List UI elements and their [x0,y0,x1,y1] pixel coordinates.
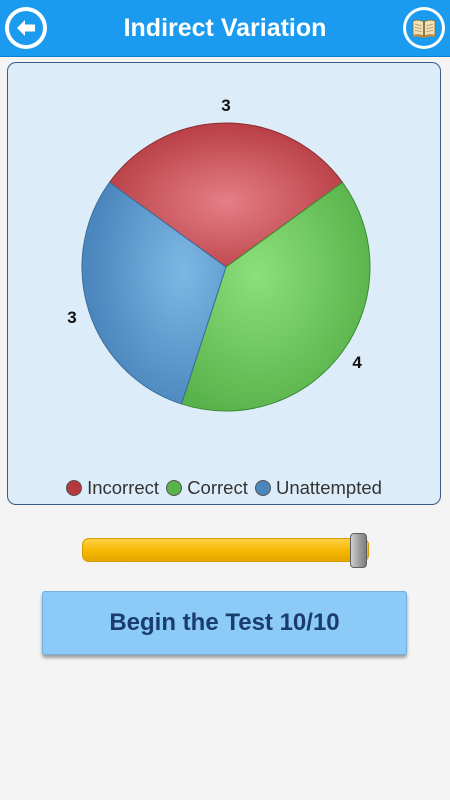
pie-label-correct: 4 [352,353,362,372]
legend-swatch-unattempted [254,480,271,496]
pie-label-unattempted: 3 [67,308,76,327]
slider-thumb[interactable] [350,533,367,568]
pie-chart: 3 4 3 [67,96,371,412]
legend-label-incorrect: Incorrect [87,477,160,498]
legend-item-unattempted: Unattempted [254,477,382,499]
legend-label-unattempted: Unattempted [275,477,382,498]
legend-swatch-incorrect [66,480,83,496]
book-button[interactable] [403,7,445,49]
legend-label-correct: Correct [187,477,248,498]
page-title: Indirect Variation [123,14,327,42]
legend-item-correct: Correct [166,477,248,499]
question-count-slider[interactable] [82,538,369,562]
app-bar: Indirect Variation [0,0,450,57]
book-icon [406,10,442,46]
pie-label-incorrect: 3 [221,96,230,115]
begin-test-button[interactable]: Begin the Test 10/10 [42,591,407,655]
results-chart-panel: 3 4 3 Incorrect Correct Unattempted [7,62,441,505]
legend-item-incorrect: Incorrect [66,477,159,499]
legend-swatch-correct [166,480,183,496]
chart-legend: Incorrect Correct Unattempted [8,477,440,499]
